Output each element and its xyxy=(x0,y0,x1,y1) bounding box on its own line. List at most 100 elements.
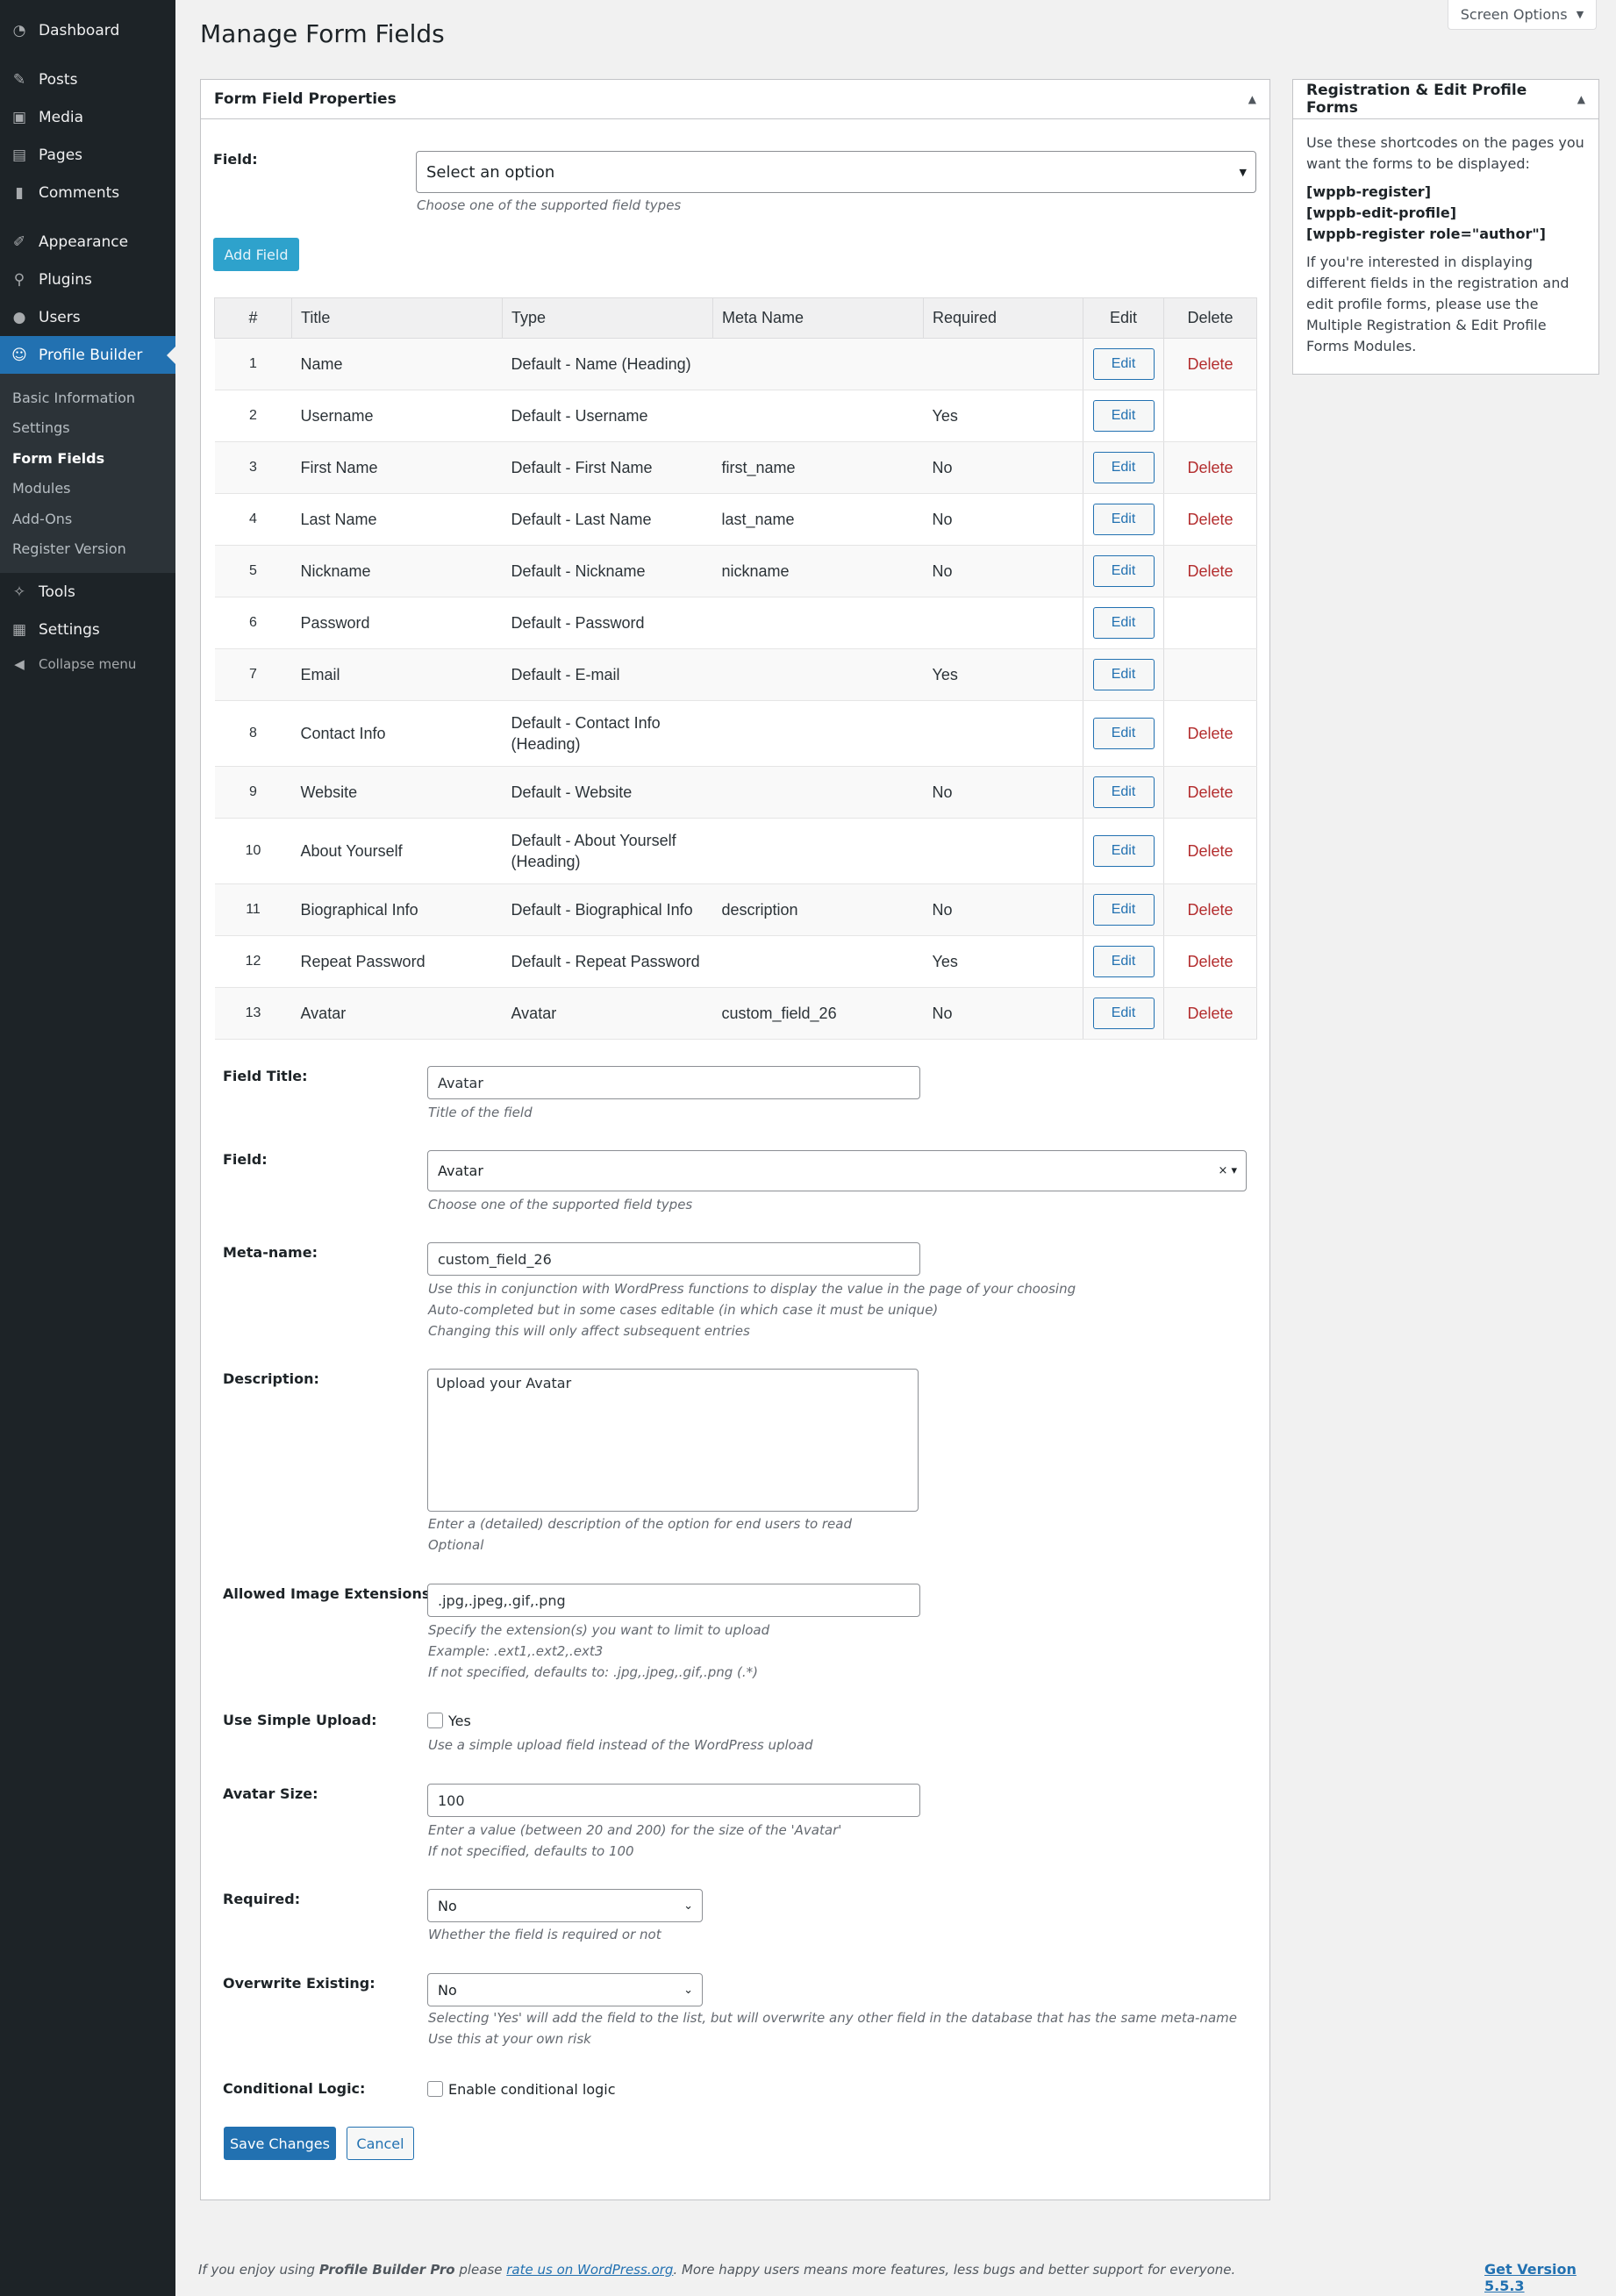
table-body: 1 Name Default - Name (Heading) Edit Delete 2… xyxy=(214,338,1257,1040)
edit-button[interactable]: Edit xyxy=(1092,400,1155,432)
table-row: 8 Contact Info Default - Contact Info (Hea… xyxy=(214,700,1257,767)
row-edit-cell: Edit xyxy=(1083,545,1164,597)
row-required xyxy=(923,597,1083,649)
row-required: No xyxy=(923,987,1083,1040)
menu-label: Comments xyxy=(39,183,120,202)
menu-label: Posts xyxy=(39,70,78,89)
row-meta-name xyxy=(712,818,924,884)
menu-collapse[interactable]: ◀ Collapse menu xyxy=(0,648,175,680)
edit-button[interactable]: Edit xyxy=(1092,659,1155,690)
box-title: Form Field Properties xyxy=(214,90,397,108)
get-version-link[interactable]: Get Version 5.5.3 xyxy=(1484,2261,1616,2294)
save-changes-button[interactable]: Save Changes xyxy=(224,2127,336,2160)
simple-upload-option[interactable]: Yes xyxy=(448,1713,471,1729)
cancel-button[interactable]: Cancel xyxy=(347,2127,414,2160)
chevron-down-icon: ⌄ xyxy=(683,1983,693,1997)
add-field-button[interactable]: Add Field xyxy=(213,238,299,271)
delete-link[interactable]: Delete xyxy=(1187,511,1233,528)
page-title: Manage Form Fields xyxy=(200,19,445,48)
menu-dashboard[interactable]: ◔ Dashboard xyxy=(0,11,175,49)
edit-button[interactable]: Edit xyxy=(1092,946,1155,977)
menu-media[interactable]: ▣ Media xyxy=(0,98,175,136)
menu-tools[interactable]: ✧ Tools xyxy=(0,573,175,611)
menu-posts[interactable]: ✎ Posts xyxy=(0,61,175,98)
description-textarea[interactable]: Upload your Avatar xyxy=(427,1369,919,1512)
edit-button[interactable]: Edit xyxy=(1092,607,1155,639)
delete-link[interactable]: Delete xyxy=(1187,1005,1233,1022)
submenu-add-ons[interactable]: Add-Ons xyxy=(0,504,175,534)
row-edit-cell: Edit xyxy=(1083,818,1164,884)
delete-link[interactable]: Delete xyxy=(1187,842,1233,860)
delete-link[interactable]: Delete xyxy=(1187,459,1233,476)
menu-profile-builder[interactable]: ☺ Profile Builder xyxy=(0,336,175,374)
required-value: No xyxy=(438,1897,457,1914)
menu-settings[interactable]: ▦ Settings xyxy=(0,611,175,648)
delete-link[interactable]: Delete xyxy=(1187,901,1233,919)
edit-button[interactable]: Edit xyxy=(1092,555,1155,587)
edit-button[interactable]: Edit xyxy=(1092,835,1155,867)
menu-label: Users xyxy=(39,308,81,326)
row-edit-cell: Edit xyxy=(1083,338,1164,390)
overwrite-select[interactable]: No ⌄ xyxy=(427,1973,703,2006)
delete-link[interactable]: Delete xyxy=(1187,725,1233,742)
row-type: Avatar xyxy=(502,987,713,1040)
extensions-input[interactable]: .jpg,.jpeg,.gif,.png xyxy=(427,1584,920,1617)
box-body: Use these shortcodes on the pages you wa… xyxy=(1293,119,1598,377)
row-title: Website xyxy=(291,766,503,819)
edit-button[interactable]: Edit xyxy=(1092,998,1155,1029)
shortcodes-intro: Use these shortcodes on the pages you wa… xyxy=(1306,134,1584,172)
menu-appearance[interactable]: ✐ Appearance xyxy=(0,223,175,261)
field-type-select[interactable]: Select an option ▼ xyxy=(416,151,1256,193)
rate-us-link[interactable]: rate us on WordPress.org xyxy=(506,2262,673,2278)
field-title-label: Field Title: xyxy=(223,1068,308,1084)
submenu-modules[interactable]: Modules xyxy=(0,474,175,504)
col-title: Title xyxy=(291,297,503,339)
required-select[interactable]: No ⌄ xyxy=(427,1889,703,1922)
menu-plugins[interactable]: ⚲ Plugins xyxy=(0,261,175,298)
field-select[interactable]: Avatar × ▾ xyxy=(427,1150,1247,1191)
clear-and-chevron-icon[interactable]: × ▾ xyxy=(1218,1164,1237,1177)
submenu-settings[interactable]: Settings xyxy=(0,413,175,444)
select-placeholder: Select an option xyxy=(426,162,555,182)
menu-comments[interactable]: ▮ Comments xyxy=(0,174,175,211)
submenu-form-fields[interactable]: Form Fields xyxy=(0,443,175,474)
conditional-logic-checkbox[interactable] xyxy=(427,2081,443,2097)
submenu-register-version[interactable]: Register Version xyxy=(0,534,175,565)
collapse-arrow-icon[interactable]: ▲ xyxy=(1248,93,1256,105)
menu-pages[interactable]: ▤ Pages xyxy=(0,136,175,174)
shortcode-register: [wppb-register] xyxy=(1306,183,1431,200)
extensions-label: Allowed Image Extensions: xyxy=(223,1585,436,1602)
screen-options-button[interactable]: Screen Options ▼ xyxy=(1448,0,1597,30)
submenu-basic-information[interactable]: Basic Information xyxy=(0,383,175,413)
meta-name-input[interactable]: custom_field_26 xyxy=(427,1242,920,1276)
collapse-arrow-icon[interactable]: ▲ xyxy=(1577,93,1585,105)
table-header-row: # Title Type Meta Name Required Edit Del… xyxy=(214,297,1257,339)
delete-link[interactable]: Delete xyxy=(1187,783,1233,801)
delete-link[interactable]: Delete xyxy=(1187,953,1233,970)
edit-button[interactable]: Edit xyxy=(1092,348,1155,380)
required-hint: Whether the field is required or not xyxy=(428,1927,661,1942)
avatar-size-label: Avatar Size: xyxy=(223,1785,318,1802)
conditional-logic-option[interactable]: Enable conditional logic xyxy=(448,2081,616,2098)
delete-link[interactable]: Delete xyxy=(1187,355,1233,373)
edit-button[interactable]: Edit xyxy=(1092,504,1155,535)
box-header[interactable]: Form Field Properties ▲ xyxy=(201,80,1269,119)
avatar-size-input[interactable]: 100 xyxy=(427,1784,920,1817)
edit-button[interactable]: Edit xyxy=(1092,718,1155,749)
row-delete-cell: Delete xyxy=(1163,766,1257,819)
row-title: Nickname xyxy=(291,545,503,597)
edit-button[interactable]: Edit xyxy=(1092,452,1155,483)
row-required: No xyxy=(923,883,1083,936)
menu-users[interactable]: ● Users xyxy=(0,298,175,336)
row-required: Yes xyxy=(923,648,1083,701)
edit-button[interactable]: Edit xyxy=(1092,894,1155,926)
edit-button[interactable]: Edit xyxy=(1092,776,1155,808)
simple-upload-checkbox[interactable] xyxy=(427,1713,443,1728)
overwrite-label: Overwrite Existing: xyxy=(223,1975,375,1992)
row-delete-cell xyxy=(1163,648,1257,701)
field-title-input[interactable]: Avatar xyxy=(427,1066,920,1099)
box-header[interactable]: Registration & Edit Profile Forms ▲ xyxy=(1293,80,1598,119)
delete-link[interactable]: Delete xyxy=(1187,562,1233,580)
row-meta-name xyxy=(712,390,924,442)
shortcode-edit-profile: [wppb-edit-profile] xyxy=(1306,204,1457,221)
